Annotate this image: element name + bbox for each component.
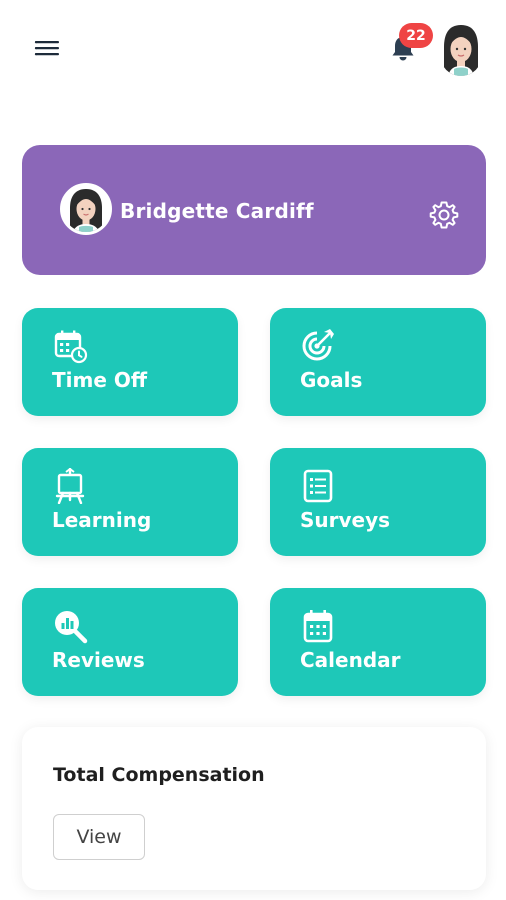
tile-label: Goals bbox=[300, 368, 363, 392]
tile-calendar[interactable]: Calendar bbox=[270, 588, 486, 696]
tile-label: Calendar bbox=[300, 648, 401, 672]
hamburger-menu-icon[interactable] bbox=[32, 38, 62, 60]
tile-time-off[interactable]: Time Off bbox=[22, 308, 238, 416]
tile-surveys[interactable]: Surveys bbox=[270, 448, 486, 556]
easel-icon bbox=[52, 468, 88, 504]
compensation-card: Total Compensation View bbox=[22, 727, 486, 890]
settings-button[interactable] bbox=[427, 198, 461, 232]
user-avatar[interactable] bbox=[440, 23, 482, 76]
tile-label: Learning bbox=[52, 508, 152, 532]
profile-avatar bbox=[60, 183, 112, 235]
magnifier-chart-icon bbox=[52, 608, 88, 644]
tile-label: Time Off bbox=[52, 368, 148, 392]
list-document-icon bbox=[300, 468, 336, 504]
dashboard-screen: 22 Bridgette Cardiff Time Off Goals Lear… bbox=[0, 0, 506, 900]
tile-label: Reviews bbox=[52, 648, 145, 672]
gear-icon bbox=[429, 201, 459, 229]
profile-card[interactable]: Bridgette Cardiff bbox=[22, 145, 486, 275]
view-button[interactable]: View bbox=[53, 814, 145, 860]
tile-label: Surveys bbox=[300, 508, 391, 532]
tile-goals[interactable]: Goals bbox=[270, 308, 486, 416]
tile-reviews[interactable]: Reviews bbox=[22, 588, 238, 696]
compensation-title: Total Compensation bbox=[53, 764, 265, 786]
target-icon bbox=[300, 328, 336, 364]
calendar-clock-icon bbox=[52, 328, 88, 364]
profile-name: Bridgette Cardiff bbox=[120, 199, 314, 223]
calendar-icon bbox=[300, 608, 336, 644]
tile-learning[interactable]: Learning bbox=[22, 448, 238, 556]
notification-count-badge: 22 bbox=[399, 23, 433, 48]
